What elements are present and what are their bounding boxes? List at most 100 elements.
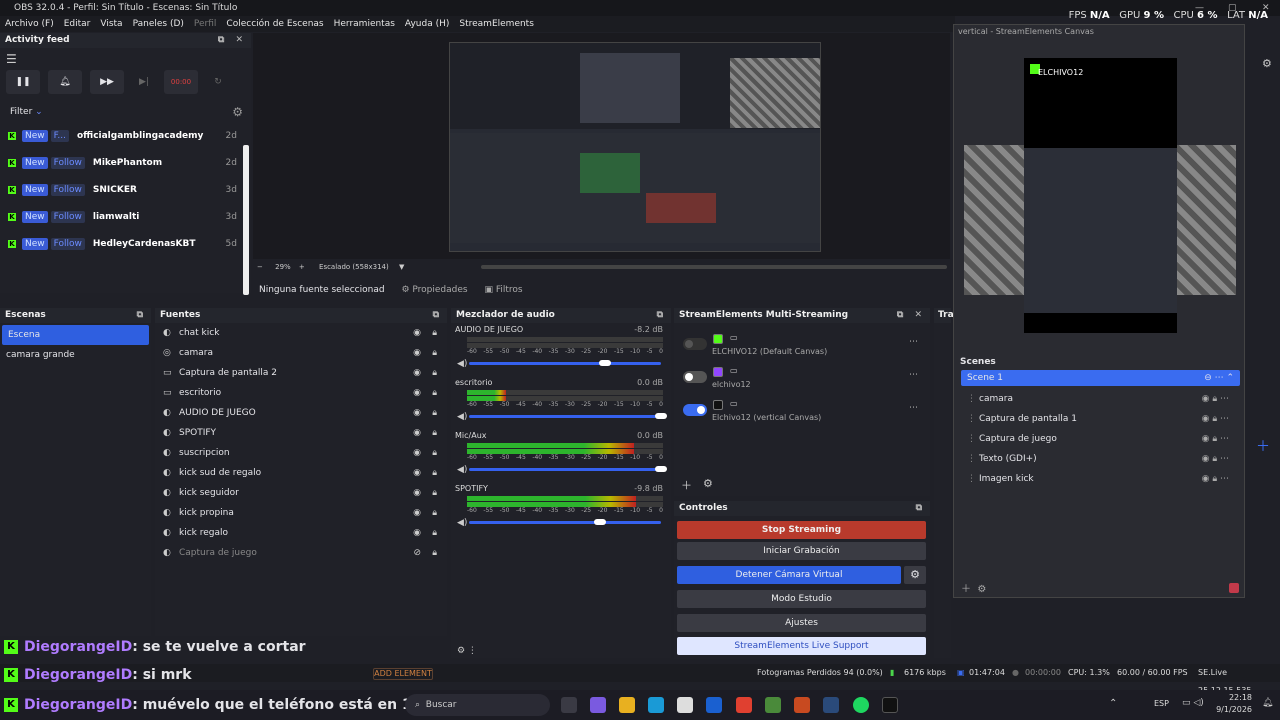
stream-toggle[interactable] xyxy=(683,371,707,383)
drag-handle-icon[interactable]: ⋮ xyxy=(967,389,976,409)
timer-display[interactable]: 00:00 xyxy=(164,70,198,94)
clock-time[interactable]: 22:18 xyxy=(1228,693,1252,702)
menu-herramientas[interactable]: Herramientas xyxy=(334,16,395,32)
right-gear-icon[interactable]: ⚙ xyxy=(1262,57,1272,70)
source-item[interactable]: ◐ kick regalo ◉ 🔒︎ xyxy=(155,523,447,543)
volume-slider[interactable] xyxy=(469,466,667,472)
menu-streamelements[interactable]: StreamElements xyxy=(459,16,534,32)
drag-handle-icon[interactable]: ⋮ xyxy=(967,409,976,429)
volume-slider[interactable] xyxy=(469,413,667,419)
add-element-button[interactable]: ADD ELEMENT xyxy=(373,668,433,680)
menu-ayuda[interactable]: Ayuda (H) xyxy=(405,16,449,32)
stream-toggle[interactable] xyxy=(683,338,707,350)
source-item[interactable]: ◐ Captura de juego ⊘ 🔒︎ xyxy=(155,543,447,563)
lock-icon[interactable]: 🔒︎ xyxy=(432,408,437,418)
volume-slider[interactable] xyxy=(469,519,661,525)
eye-icon[interactable]: ◉ xyxy=(413,388,421,398)
speaker-icon[interactable]: ◀) xyxy=(457,465,467,475)
volume-knob[interactable] xyxy=(599,360,612,366)
source-item[interactable]: ◐ kick seguidor ◉ 🔒︎ xyxy=(155,483,447,503)
copilot-icon[interactable] xyxy=(590,697,606,713)
source-item[interactable]: ◐ SPOTIFY ◉ 🔒︎ xyxy=(155,423,447,443)
virtual-camera-button[interactable]: Detener Cámara Virtual xyxy=(677,566,901,584)
volume-slider[interactable] xyxy=(469,360,661,366)
eye-icon[interactable]: ⊘ xyxy=(413,548,421,558)
hamburger-icon[interactable]: ☰ xyxy=(0,48,251,66)
lock-icon[interactable]: 🔒︎ xyxy=(432,548,437,558)
zoom-in-icon[interactable]: + xyxy=(299,263,305,271)
lock-icon[interactable]: 🔒︎ xyxy=(432,328,437,338)
studio-mode-button[interactable]: Modo Estudio xyxy=(677,590,926,608)
tray-chevron-icon[interactable]: ⌃ xyxy=(1109,698,1117,709)
activity-item[interactable]: K New Follow liamwalti 3d xyxy=(0,203,251,230)
menu-editar[interactable]: Editar xyxy=(64,16,91,32)
eye-icon[interactable]: ◉ xyxy=(413,488,421,498)
speaker-icon[interactable]: ◀) xyxy=(457,518,467,528)
folder-icon[interactable] xyxy=(619,697,635,713)
filter-dropdown[interactable]: Filter ⌄ ⚙ xyxy=(0,102,251,122)
properties-button[interactable]: ⚙ Propiedades xyxy=(401,285,467,295)
start-recording-button[interactable]: Iniciar Grabación xyxy=(677,542,926,560)
filters-button[interactable]: ▣ Filtros xyxy=(484,285,522,295)
dock-float-icon[interactable]: ⧉ xyxy=(433,308,443,323)
activity-item[interactable]: K New Follow MikePhantom 2d xyxy=(0,149,251,176)
fast-forward-icon[interactable]: ▶▶ xyxy=(90,70,124,94)
store-icon[interactable] xyxy=(677,697,693,713)
source-item[interactable]: ▭ Captura de pantalla 2 ◉ 🔒︎ xyxy=(155,363,447,383)
menu-vista[interactable]: Vista xyxy=(100,16,122,32)
eye-icon[interactable]: ◉ xyxy=(413,348,421,358)
menu-paneles[interactable]: Paneles (D) xyxy=(133,16,184,32)
clock-date[interactable]: 9/1/2026 xyxy=(1216,705,1252,714)
visibility-icon[interactable]: ◉ 🔒︎ ⋯ xyxy=(1202,429,1229,449)
dock-float-icon[interactable]: ⧉ xyxy=(137,308,147,323)
lock-icon[interactable]: 🔒︎ xyxy=(432,528,437,538)
scene-controls-icon[interactable]: ⊖ ⋯ ⌃ xyxy=(1204,370,1234,386)
lock-icon[interactable]: 🔒︎ xyxy=(432,468,437,478)
language-indicator[interactable]: ESP xyxy=(1154,699,1169,708)
drag-handle-icon[interactable]: ⋮ xyxy=(967,449,976,469)
vertical-source-item[interactable]: ⋮ Captura de pantalla 1 ◉ 🔒︎ ⋯ xyxy=(961,409,1241,429)
steam-icon[interactable] xyxy=(823,697,839,713)
preview-scrollbar[interactable] xyxy=(481,265,947,269)
lock-icon[interactable]: 🔒︎ xyxy=(432,368,437,378)
vertical-record-icon[interactable] xyxy=(1229,583,1239,593)
eye-icon[interactable]: ◉ xyxy=(413,448,421,458)
source-item[interactable]: ◐ kick propina ◉ 🔒︎ xyxy=(155,503,447,523)
activity-item[interactable]: K New F... officialgamblingacademy 2d xyxy=(0,122,251,149)
zoom-out-icon[interactable]: − xyxy=(257,263,263,271)
more-icon[interactable]: ⋯ xyxy=(909,337,918,347)
mixer-settings-icon[interactable]: ⚙ ⋮ xyxy=(457,646,477,656)
tiktok-icon[interactable] xyxy=(882,697,898,713)
visibility-icon[interactable]: ◉ 🔒︎ ⋯ xyxy=(1202,469,1229,489)
lock-icon[interactable]: 🔒︎ xyxy=(432,508,437,518)
speaker-icon[interactable]: ◀) xyxy=(457,412,467,422)
menu-coleccion[interactable]: Colección de Escenas xyxy=(226,16,323,32)
scene-item-camara-grande[interactable]: camara grande xyxy=(0,345,151,365)
vertical-source-item[interactable]: ⋮ camara ◉ 🔒︎ ⋯ xyxy=(961,389,1241,409)
spotify-icon[interactable] xyxy=(853,697,869,713)
vertical-source-item[interactable]: ⋮ Texto (GDI+) ◉ 🔒︎ ⋯ xyxy=(961,449,1241,469)
preview-area[interactable] xyxy=(253,33,950,259)
source-item[interactable]: ◐ kick sud de regalo ◉ 🔒︎ xyxy=(155,463,447,483)
activity-item[interactable]: K New Follow HedleyCardenasKBT 5d xyxy=(0,230,251,257)
app-icon[interactable] xyxy=(765,697,781,713)
lock-icon[interactable]: 🔒︎ xyxy=(432,448,437,458)
source-item[interactable]: ◎ camara ◉ 🔒︎ xyxy=(155,343,447,363)
menu-archivo[interactable]: Archivo (F) xyxy=(5,16,54,32)
gear-icon[interactable]: ⚙ xyxy=(232,102,243,122)
drag-handle-icon[interactable]: ⋮ xyxy=(967,429,976,449)
lock-icon[interactable]: 🔒︎ xyxy=(432,488,437,498)
vertical-source-item[interactable]: ⋮ Imagen kick ◉ 🔒︎ ⋯ xyxy=(961,469,1241,489)
streamelements-icon[interactable] xyxy=(794,697,810,713)
taskbar-search[interactable]: ⌕ Buscar xyxy=(405,694,550,716)
add-destination-icon[interactable]: ＋ xyxy=(681,477,692,493)
skip-icon[interactable]: ▶| xyxy=(132,70,156,94)
chrome-icon[interactable] xyxy=(736,697,752,713)
vertical-scene-1[interactable]: Scene 1 ⊖ ⋯ ⌃ xyxy=(961,370,1240,386)
lock-icon[interactable]: 🔒︎ xyxy=(432,388,437,398)
eye-icon[interactable]: ◉ xyxy=(413,468,421,478)
task-view-icon[interactable] xyxy=(561,697,577,713)
virtual-camera-gear-icon[interactable]: ⚙ xyxy=(904,566,926,584)
eye-icon[interactable]: ◉ xyxy=(413,528,421,538)
pause-icon[interactable]: ❚❚ xyxy=(6,70,40,94)
